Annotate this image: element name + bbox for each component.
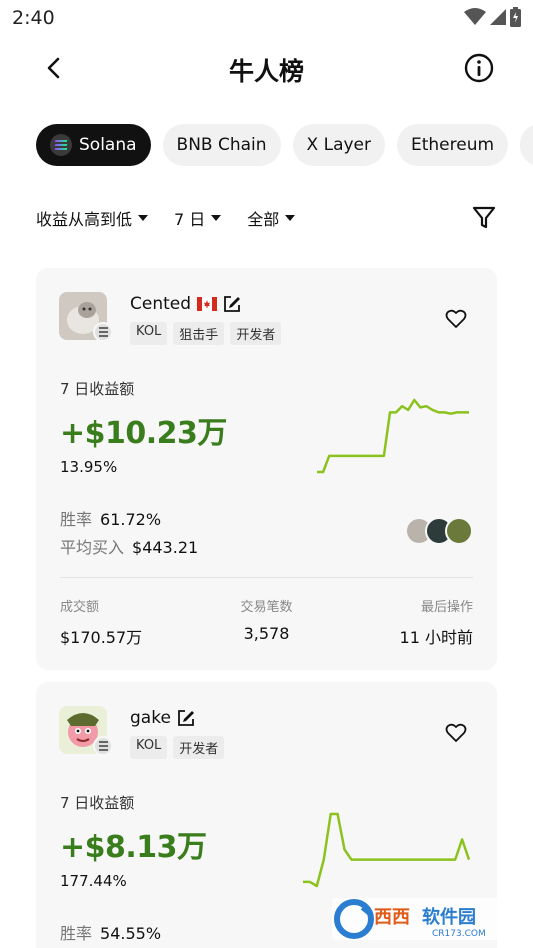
divider [60,577,473,578]
trader-name: gake [130,708,195,728]
chain-tabs: Solana BNB Chain X Layer Ethereum [36,124,533,168]
watermark-logo: 西西 软件园 CR173.COM [332,898,514,940]
canada-flag-icon [197,297,218,311]
win-rate: 胜率 54.55% [60,920,161,944]
chain-badge-icon [93,736,113,756]
last-action-value: 11 小时前 [399,628,473,647]
pnl-sparkline [303,812,471,888]
chain-tab-more[interactable] [520,124,533,166]
last-action-label: 最后操作 [420,600,473,615]
win-rate-label: 胜率 [60,510,93,529]
status-time: 2:40 [12,7,55,29]
pnl-label: 7 日收益额 [60,380,135,398]
info-icon[interactable] [463,52,495,84]
tag: KOL [130,322,168,345]
nav-header: 牛人榜 [0,44,533,92]
svg-text:西西: 西西 [374,907,410,928]
scope-label: 全部 [247,210,280,229]
edit-icon[interactable] [223,295,241,313]
chain-tab-label: Ethereum [411,135,495,155]
sort-label: 收益从高到低 [36,210,133,229]
chain-tab-label: X Layer [306,135,371,155]
trader-name-text: Cented [130,294,192,314]
period-label: 7 日 [174,210,206,229]
tag: 狙击手 [173,322,225,345]
battery-icon [510,7,521,27]
token-avatars [405,517,473,545]
page-title: 牛人榜 [228,57,304,86]
token-avatar [445,517,473,545]
average-buy: 平均买入 $443.21 [60,534,198,558]
wifi-icon [464,8,486,25]
signal-icon [490,9,506,25]
sparkline-path [303,812,471,888]
win-rate-label: 胜率 [60,924,93,943]
period-dropdown[interactable]: 7 日 [174,206,222,230]
average-buy-label: 平均买入 [60,538,125,557]
favorite-heart-icon[interactable] [445,722,467,744]
pnl-value: +$10.23万 [60,416,227,451]
tag: 开发者 [173,736,225,759]
status-bar: 2:40 [0,0,533,36]
chain-tab-xlayer[interactable]: X Layer [292,124,385,166]
pnl-value: +$8.13万 [60,830,207,865]
svg-text:CR173.COM: CR173.COM [432,929,486,939]
trader-name: Cented [130,294,241,314]
trader-card[interactable]: Cented KOL 狙击手 开发者 7 日收益额 +$10.23万 13.95… [36,268,497,670]
chain-tab-solana[interactable]: Solana [36,124,151,166]
scope-dropdown[interactable]: 全部 [247,206,296,230]
trader-name-text: gake [130,708,171,728]
filter-icon[interactable] [471,204,497,230]
caret-down-icon [285,215,296,221]
pnl-percent: 13.95% [60,458,118,476]
solana-logo-icon [50,134,72,156]
sparkline-path [317,398,469,474]
tag: 开发者 [230,322,282,345]
caret-down-icon [138,215,149,221]
trader-tags: KOL 开发者 [130,736,225,759]
win-rate: 胜率 61.72% [60,506,161,530]
chain-tab-label: BNB Chain [176,135,267,155]
caret-down-icon [211,215,222,221]
chain-badge-icon [93,322,113,342]
win-rate-value: 54.55% [100,924,162,943]
pnl-sparkline [317,398,469,474]
trader-tags: KOL 狙击手 开发者 [130,322,282,345]
tag: KOL [130,736,168,759]
favorite-heart-icon[interactable] [445,308,467,330]
chain-tab-ethereum[interactable]: Ethereum [397,124,509,166]
status-icons [464,7,521,27]
chain-tab-bnb[interactable]: BNB Chain [162,124,281,166]
average-buy-value: $443.21 [132,538,199,557]
edit-icon[interactable] [177,709,195,727]
pnl-label: 7 日收益额 [60,794,135,812]
filter-bar: 收益从高到低 7 日 全部 [36,204,497,232]
chain-tab-label: Solana [79,135,137,155]
svg-text:软件园: 软件园 [422,906,476,928]
pnl-percent: 177.44% [60,872,127,890]
win-rate-value: 61.72% [100,510,162,529]
sort-dropdown[interactable]: 收益从高到低 [36,206,149,230]
